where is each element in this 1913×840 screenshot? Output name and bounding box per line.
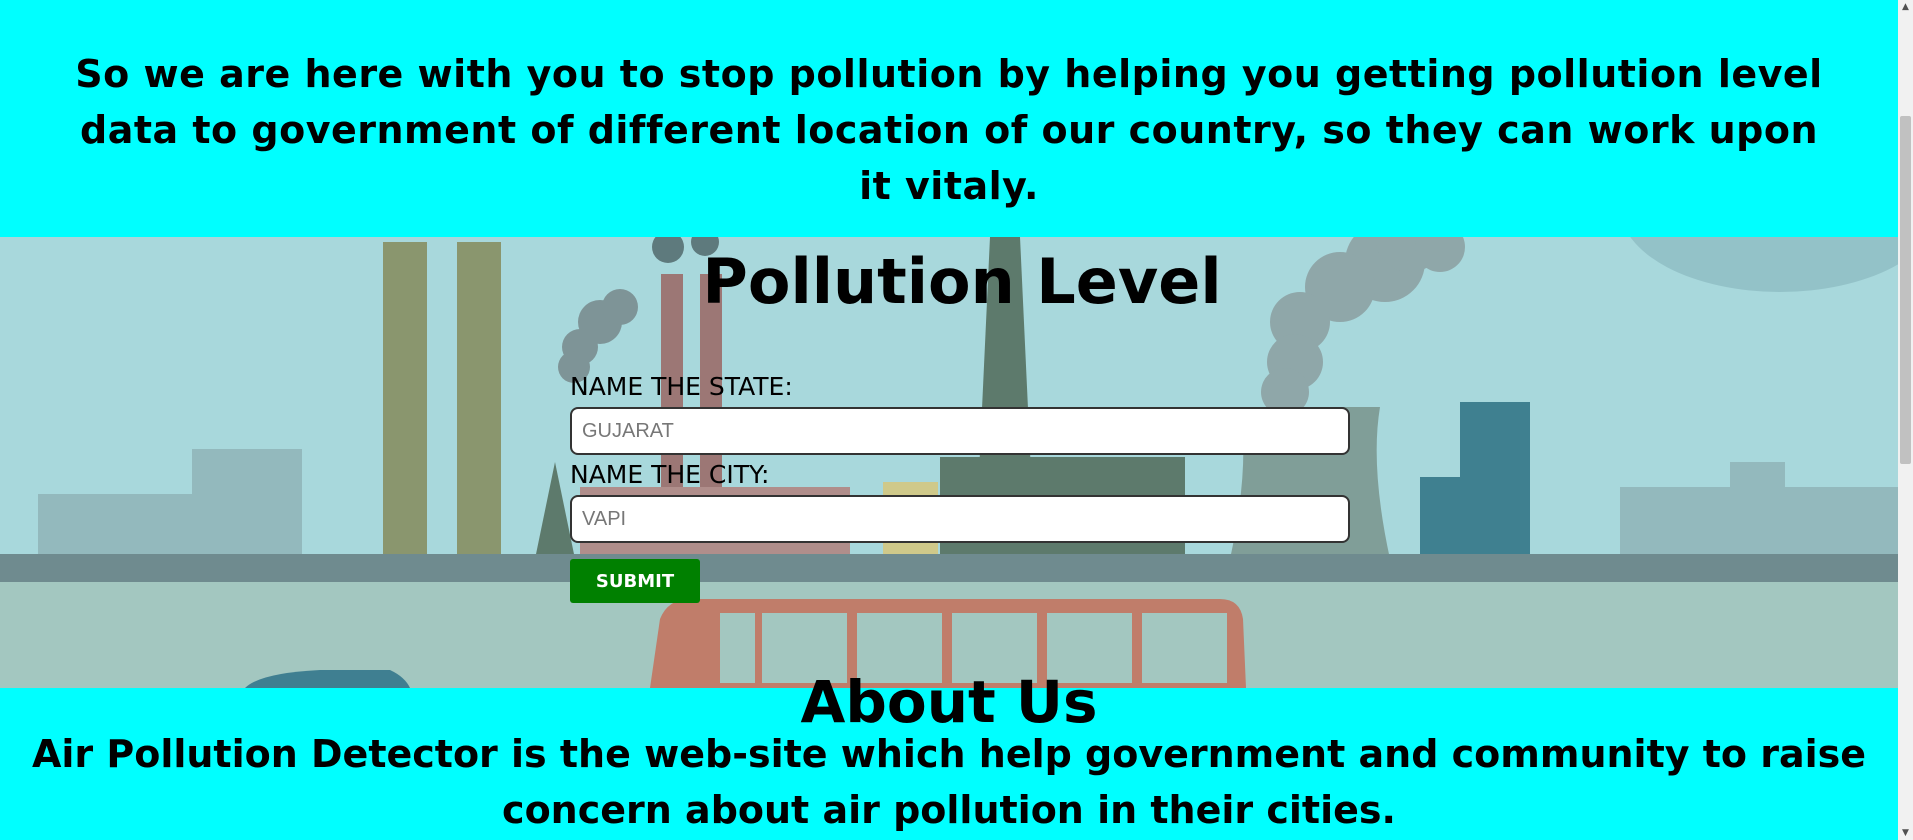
page: So we are here with you to stop pollutio… (0, 0, 1898, 840)
form-title: Pollution Level (702, 245, 1222, 318)
pollution-form: Pollution Level NAME THE STATE: NAME THE… (570, 237, 1354, 688)
city-label: NAME THE CITY: (570, 460, 770, 489)
scroll-up-arrow-icon[interactable]: ▲ (1898, 0, 1913, 14)
scrollbar-thumb[interactable] (1900, 116, 1911, 464)
state-label: NAME THE STATE: (570, 372, 793, 401)
state-input[interactable] (570, 407, 1350, 455)
submit-button[interactable]: SUBMIT (570, 559, 700, 603)
vertical-scrollbar[interactable]: ▲ ▼ (1898, 0, 1913, 840)
intro-text: So we are here with you to stop pollutio… (75, 52, 1823, 208)
about-text: Air Pollution Detector is the web-site w… (31, 732, 1867, 832)
city-input[interactable] (570, 495, 1350, 543)
intro-section: So we are here with you to stop pollutio… (0, 0, 1898, 237)
about-section: About Us Air Pollution Detector is the w… (0, 668, 1898, 840)
scroll-down-arrow-icon[interactable]: ▼ (1898, 826, 1913, 840)
pollution-level-section: Pollution Level NAME THE STATE: NAME THE… (0, 237, 1898, 688)
